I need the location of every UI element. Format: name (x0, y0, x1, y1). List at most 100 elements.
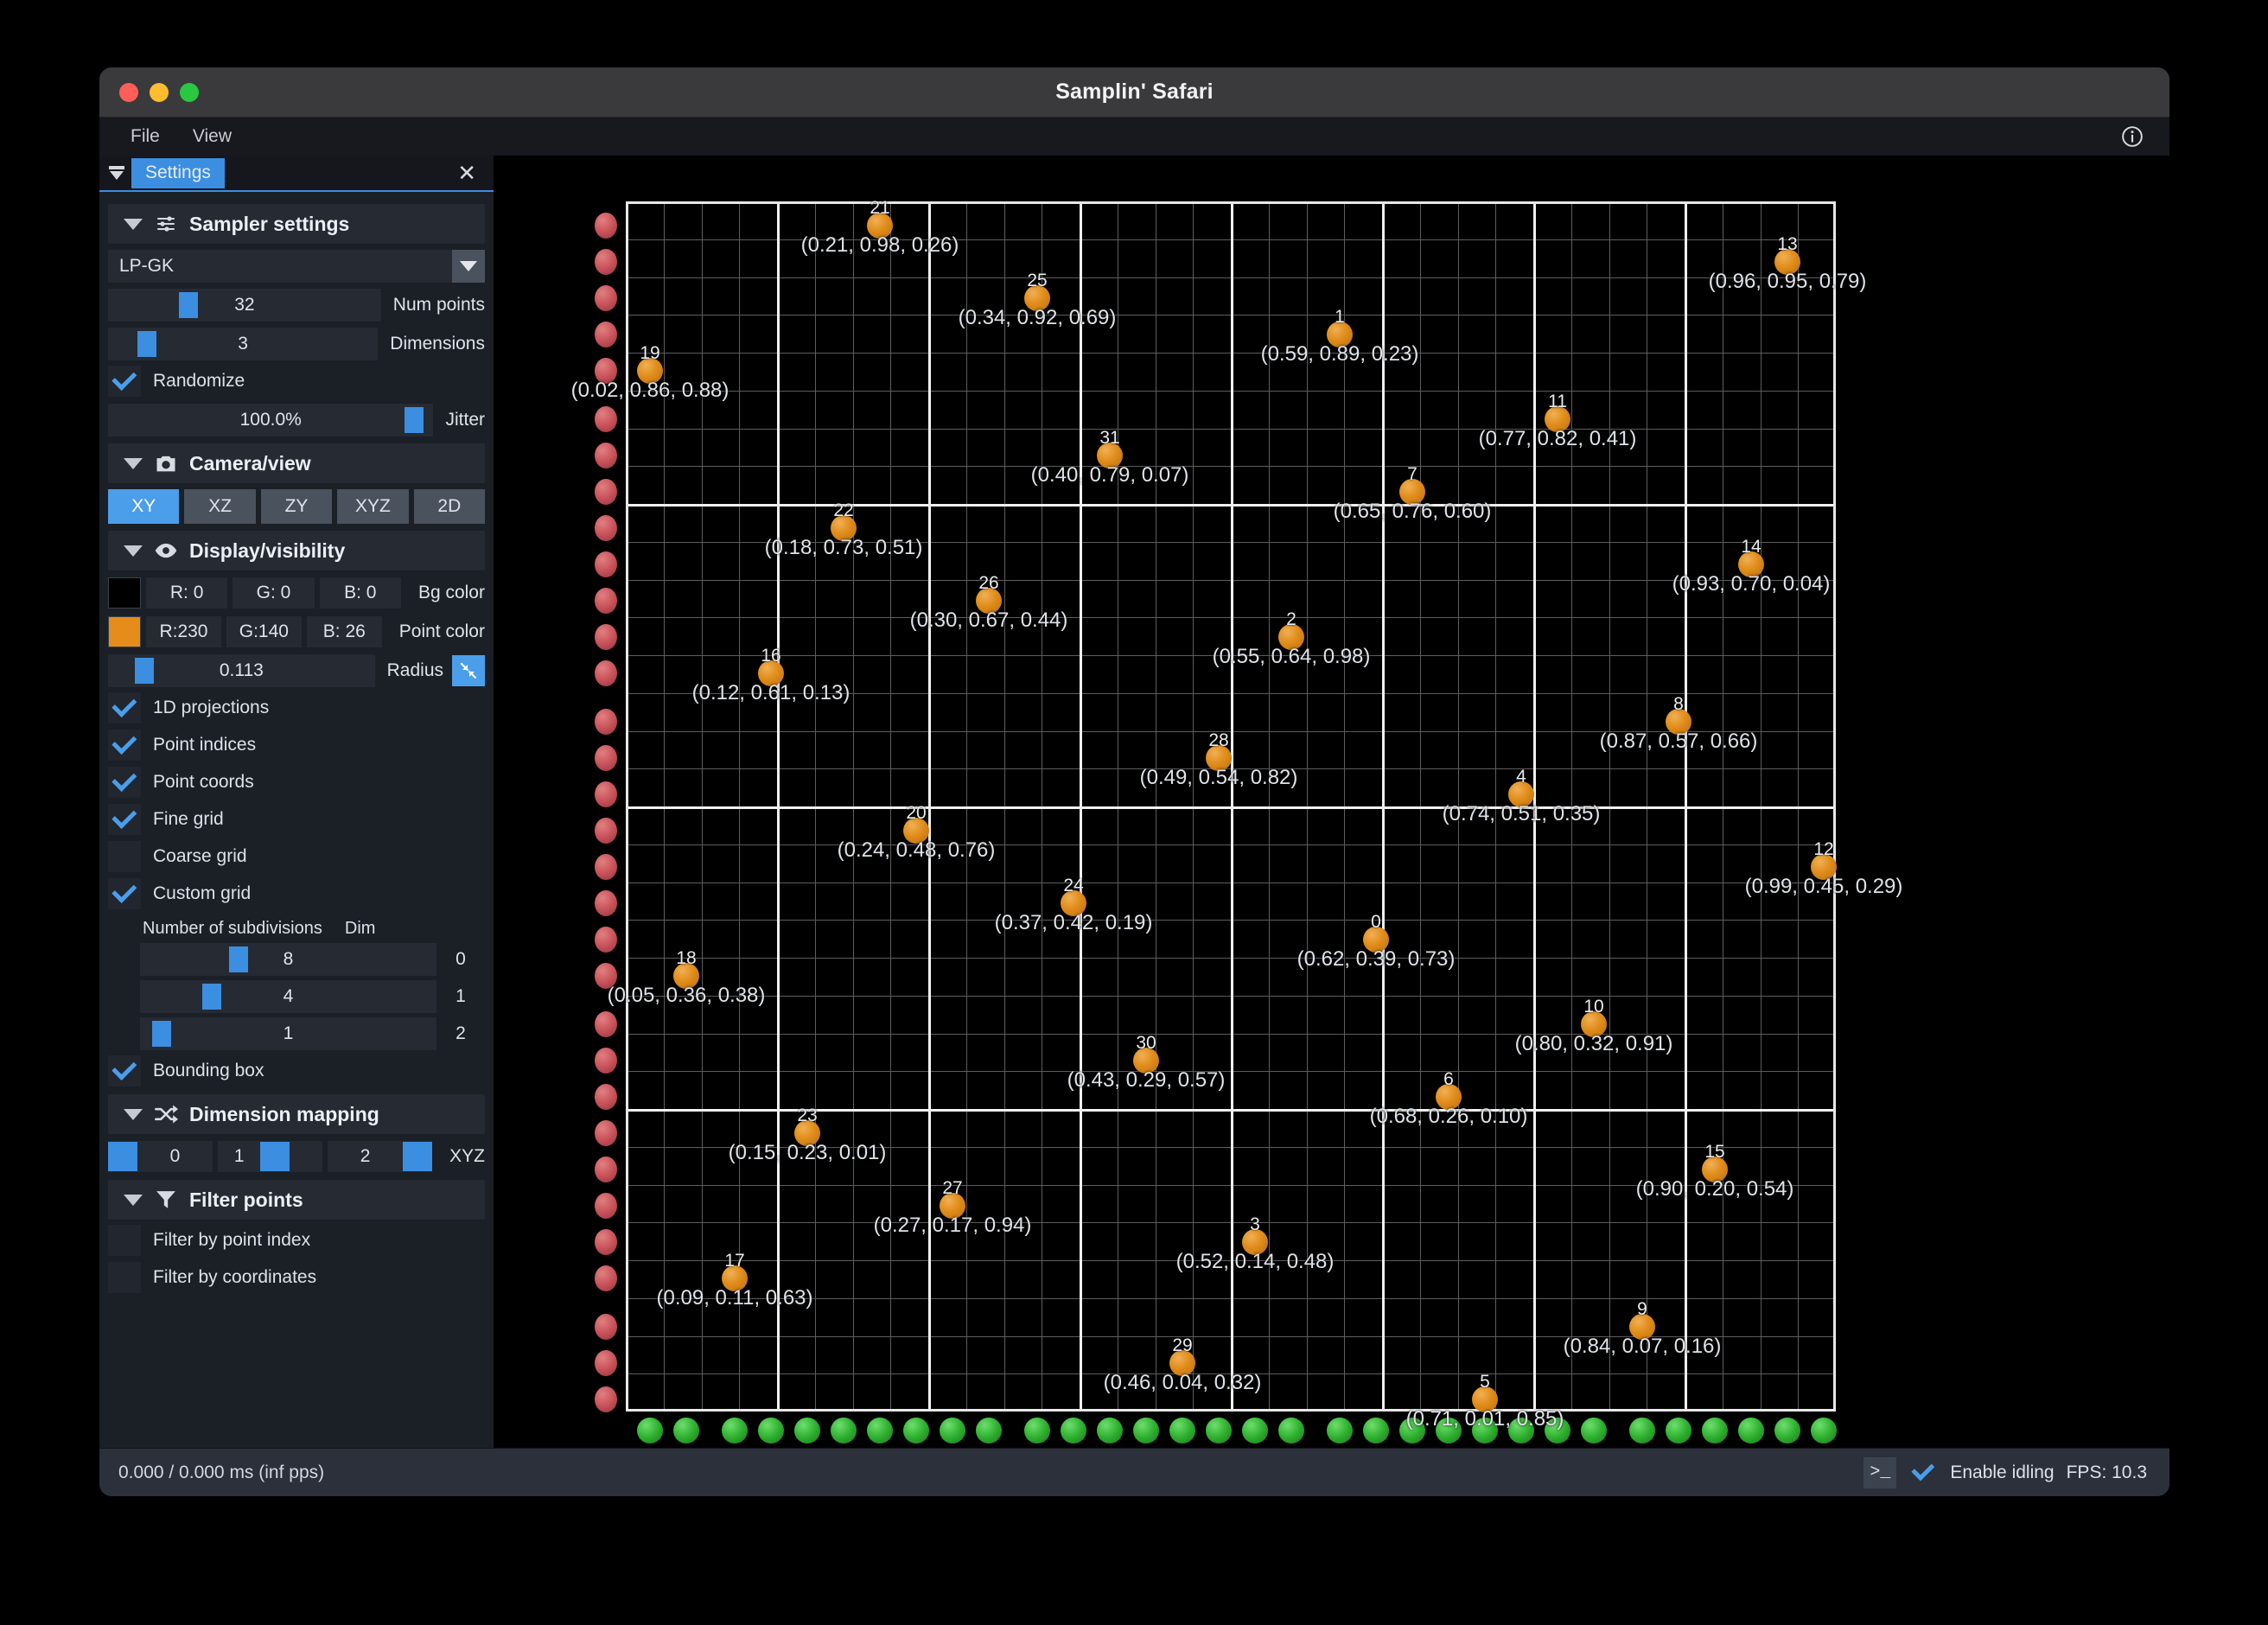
point-coord-label: (0.27, 0.17, 0.94) (874, 1214, 1032, 1238)
enable-idling-checkbox[interactable] (1908, 1458, 1938, 1488)
camera-button-xy[interactable]: XY (108, 489, 179, 524)
subdivisions-caption-row: Number of subdivisions Dim (143, 919, 485, 939)
x-projection-marker (1024, 1418, 1050, 1443)
point-coord-label: (0.46, 0.04, 0.32) (1104, 1371, 1262, 1395)
point-index-label: 29 (1172, 1335, 1192, 1356)
point-color-g[interactable]: G:140 (226, 616, 302, 647)
bg-color-g[interactable]: G: 0 (233, 577, 314, 609)
point-color-r[interactable]: R:230 (146, 616, 221, 647)
checkbox[interactable] (108, 841, 141, 872)
section-camera-view[interactable]: Camera/view (108, 443, 485, 483)
display-checkbox-1d-projections[interactable]: 1D projections (108, 691, 485, 724)
num-points-slider[interactable]: 32 (108, 289, 381, 322)
subdivision-slider-1[interactable]: 4 (140, 980, 436, 1013)
subdivision-value-1: 4 (284, 986, 294, 1007)
point-index-label: 25 (1027, 271, 1047, 291)
camera-button-zy[interactable]: ZY (261, 489, 332, 524)
display-checkbox-fine-grid[interactable]: Fine grid (108, 803, 485, 836)
section-sampler-settings[interactable]: Sampler settings (108, 204, 485, 244)
minimize-window-button[interactable] (150, 83, 169, 102)
checkbox[interactable] (108, 1055, 141, 1087)
randomize-checkbox[interactable] (108, 366, 141, 397)
radius-slider[interactable]: 0.113 (108, 654, 375, 687)
y-projection-marker (595, 249, 617, 275)
sampler-select[interactable]: LP-GK (108, 250, 485, 283)
dimensions-slider[interactable]: 3 (108, 328, 378, 360)
dimensions-value: 3 (238, 334, 248, 354)
y-projection-marker (595, 406, 617, 432)
x-projection-marker (1363, 1418, 1389, 1443)
menu-view[interactable]: View (181, 123, 244, 150)
filter-checkbox-coordinates[interactable]: Filter by coordinates (108, 1261, 485, 1294)
point-color-b[interactable]: B: 26 (307, 616, 382, 647)
shrink-arrows-icon[interactable] (452, 655, 485, 686)
section-filter-points[interactable]: Filter points (108, 1180, 485, 1220)
point-coord-label: (0.87, 0.57, 0.66) (1600, 730, 1758, 754)
checkbox[interactable] (108, 1225, 141, 1256)
checkbox[interactable] (108, 1262, 141, 1293)
camera-button-xz[interactable]: XZ (184, 489, 255, 524)
section-display-visibility[interactable]: Display/visibility (108, 531, 485, 570)
camera-button-2d[interactable]: 2D (414, 489, 485, 524)
panel-tab-bar: Settings ✕ (99, 156, 494, 192)
info-icon[interactable] (2121, 125, 2144, 148)
display-checkbox-point-indices[interactable]: Point indices (108, 729, 485, 762)
dimension-cell-0[interactable]: 0 (108, 1141, 213, 1172)
tab-settings[interactable]: Settings (131, 158, 225, 188)
subdivision-dim-0: 0 (436, 949, 485, 970)
terminal-icon[interactable]: >_ (1863, 1457, 1896, 1488)
subdivision-slider-2[interactable]: 1 (140, 1017, 436, 1050)
x-projection-marker (1133, 1418, 1159, 1443)
bg-color-b[interactable]: B: 0 (320, 577, 401, 609)
point-coord-label: (0.40, 0.79, 0.07) (1031, 463, 1189, 488)
close-window-button[interactable] (119, 83, 138, 102)
point-index-label: 24 (1063, 876, 1083, 896)
window-controls (119, 83, 199, 102)
bg-color-swatch[interactable] (108, 577, 141, 609)
point-coord-label: (0.90, 0.20, 0.54) (1636, 1177, 1794, 1201)
point-index-label: 8 (1673, 694, 1684, 715)
display-checkbox-coarse-grid[interactable]: Coarse grid (108, 840, 485, 873)
dimension-cell-1[interactable]: 1 (218, 1141, 322, 1172)
maximize-window-button[interactable] (180, 83, 199, 102)
x-projection-marker (1206, 1418, 1232, 1443)
point-color-swatch[interactable] (108, 616, 141, 647)
bg-color-r[interactable]: R: 0 (146, 577, 227, 609)
chevron-down-icon[interactable] (452, 250, 485, 283)
checkbox[interactable] (108, 692, 141, 723)
dimension-cell-2[interactable]: 2 (328, 1141, 432, 1172)
point-index-label: 28 (1208, 730, 1228, 751)
checkbox[interactable] (108, 767, 141, 798)
close-icon[interactable]: ✕ (457, 162, 476, 184)
checkbox[interactable] (108, 730, 141, 761)
display-checkbox-point-coords[interactable]: Point coords (108, 766, 485, 799)
y-projection-marker (595, 1157, 617, 1182)
camera-button-xyz[interactable]: XYZ (337, 489, 408, 524)
settings-scroll-area[interactable]: Sampler settings LP-GK 32 Num points (99, 192, 494, 1448)
display-checkbox-bounding-box[interactable]: Bounding box (108, 1055, 485, 1087)
point-index-label: 7 (1407, 464, 1418, 485)
filter-checkbox-point-index[interactable]: Filter by point index (108, 1224, 485, 1257)
chevron-down-icon (124, 545, 143, 557)
y-projection-marker (595, 479, 617, 505)
menu-file[interactable]: File (118, 123, 172, 150)
sampler-select-row: LP-GK (108, 250, 485, 283)
status-bar: 0.000 / 0.000 ms (inf pps) >_ Enable idl… (99, 1448, 2169, 1496)
section-title: Sampler settings (189, 213, 349, 236)
jitter-slider[interactable]: 100.0% (108, 404, 433, 437)
dimensions-label: Dimensions (390, 334, 485, 354)
scatter-plot[interactable]: 0(0.62, 0.39, 0.73)1(0.59, 0.89, 0.23)2(… (626, 201, 1836, 1412)
dimension-mapping-row: 0 1 2 XYZ (108, 1140, 485, 1173)
checkbox[interactable] (108, 804, 141, 835)
section-dimension-mapping[interactable]: Dimension mapping (108, 1094, 485, 1134)
display-checkbox-custom-grid[interactable]: Custom grid (108, 877, 485, 910)
plot-viewport[interactable]: 0(0.62, 0.39, 0.73)1(0.59, 0.89, 0.23)2(… (494, 156, 2169, 1448)
jitter-label: Jitter (445, 410, 485, 430)
checkbox-label: Custom grid (153, 883, 251, 904)
camera-view-buttons: XY XZ ZY XYZ 2D (108, 489, 485, 524)
checkbox[interactable] (108, 878, 141, 909)
point-coord-label: (0.96, 0.95, 0.79) (1709, 270, 1867, 294)
chevron-down-icon (124, 1195, 143, 1206)
subdivision-slider-0[interactable]: 8 (140, 943, 436, 976)
collapse-icon[interactable] (104, 164, 130, 182)
